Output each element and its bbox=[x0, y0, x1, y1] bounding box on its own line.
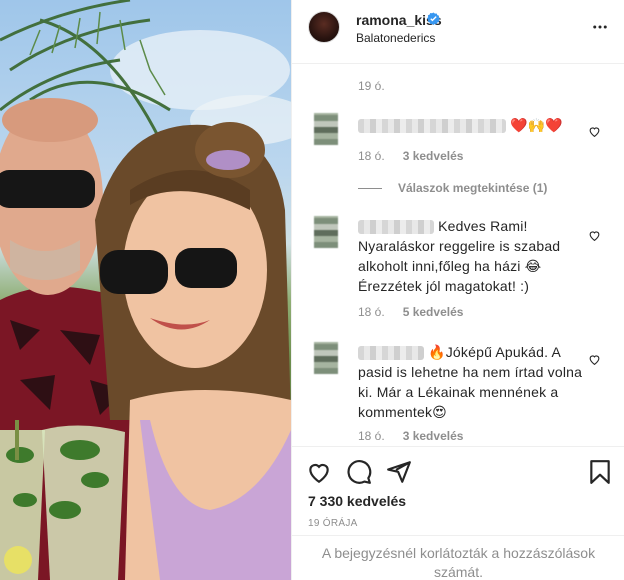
commenter-username[interactable] bbox=[358, 119, 506, 134]
heart-icon[interactable] bbox=[588, 229, 601, 242]
comment-time: 18 ó. bbox=[358, 305, 385, 319]
post-image bbox=[0, 0, 291, 580]
post-sidebar: ramona_kiss Balatonederics 19 ó. ❤️🙌❤️ 1… bbox=[291, 0, 624, 580]
comment-meta: 18 ó. 3 kedvelés bbox=[358, 429, 463, 443]
view-replies-label: Válaszok megtekintése (1) bbox=[398, 181, 548, 195]
post-header: ramona_kiss Balatonederics bbox=[292, 0, 624, 64]
verified-badge-icon bbox=[427, 12, 440, 25]
commenter-avatar[interactable] bbox=[314, 216, 338, 248]
comment-meta: 18 ó. 3 kedvelés bbox=[358, 149, 463, 163]
commenter-username[interactable] bbox=[358, 220, 434, 235]
comments-list[interactable]: 19 ó. ❤️🙌❤️ 18 ó. 3 kedvelés Válaszok meg… bbox=[292, 65, 624, 445]
comments-limited-text: A bejegyzésnél korlátozták a hozzászólás… bbox=[321, 545, 596, 580]
comment-meta: 18 ó. 5 kedvelés bbox=[358, 305, 463, 319]
comment-time: 18 ó. bbox=[358, 429, 385, 443]
heart-icon[interactable] bbox=[588, 125, 601, 138]
commenter-avatar[interactable] bbox=[314, 113, 338, 145]
comment-item: ❤️🙌❤️ bbox=[358, 115, 598, 135]
comment-item: Kedves Rami! Nyaraláskor reggelire is sz… bbox=[358, 216, 598, 296]
comment-likes[interactable]: 3 kedvelés bbox=[403, 149, 464, 163]
comment-meta: 19 ó. bbox=[358, 79, 385, 93]
post-location[interactable]: Balatonederics bbox=[356, 31, 435, 45]
like-heart-icon[interactable] bbox=[306, 459, 332, 485]
heart-icon[interactable] bbox=[588, 353, 601, 366]
comment-item: 🔥Jóképű Apukád. A pasid is lehetne ha ne… bbox=[358, 342, 598, 422]
post-time[interactable]: 19 ÓRÁJA bbox=[308, 518, 358, 529]
commenter-avatar[interactable] bbox=[314, 342, 338, 374]
comments-limited-notice: A bejegyzésnél korlátozták a hozzászólás… bbox=[292, 535, 624, 580]
commenter-username[interactable] bbox=[358, 346, 424, 361]
comment-time: 19 ó. bbox=[358, 79, 385, 93]
bookmark-icon[interactable] bbox=[587, 459, 613, 485]
post-actions: 7 330 kedvelés 19 ÓRÁJA A bejegyzésnél k… bbox=[292, 446, 624, 580]
comment-icon[interactable] bbox=[346, 459, 372, 485]
comment-time: 18 ó. bbox=[358, 149, 385, 163]
share-icon[interactable] bbox=[386, 459, 412, 485]
more-options-icon[interactable] bbox=[591, 18, 609, 36]
likes-count[interactable]: 7 330 kedvelés bbox=[308, 493, 406, 509]
view-replies-button[interactable]: Válaszok megtekintése (1) bbox=[358, 181, 547, 195]
comment-likes[interactable]: 5 kedvelés bbox=[403, 305, 464, 319]
replies-divider bbox=[358, 188, 382, 190]
comment-likes[interactable]: 3 kedvelés bbox=[403, 429, 464, 443]
author-avatar[interactable] bbox=[308, 11, 340, 43]
post-photo[interactable] bbox=[0, 0, 291, 580]
comment-text: ❤️🙌❤️ bbox=[510, 117, 563, 133]
